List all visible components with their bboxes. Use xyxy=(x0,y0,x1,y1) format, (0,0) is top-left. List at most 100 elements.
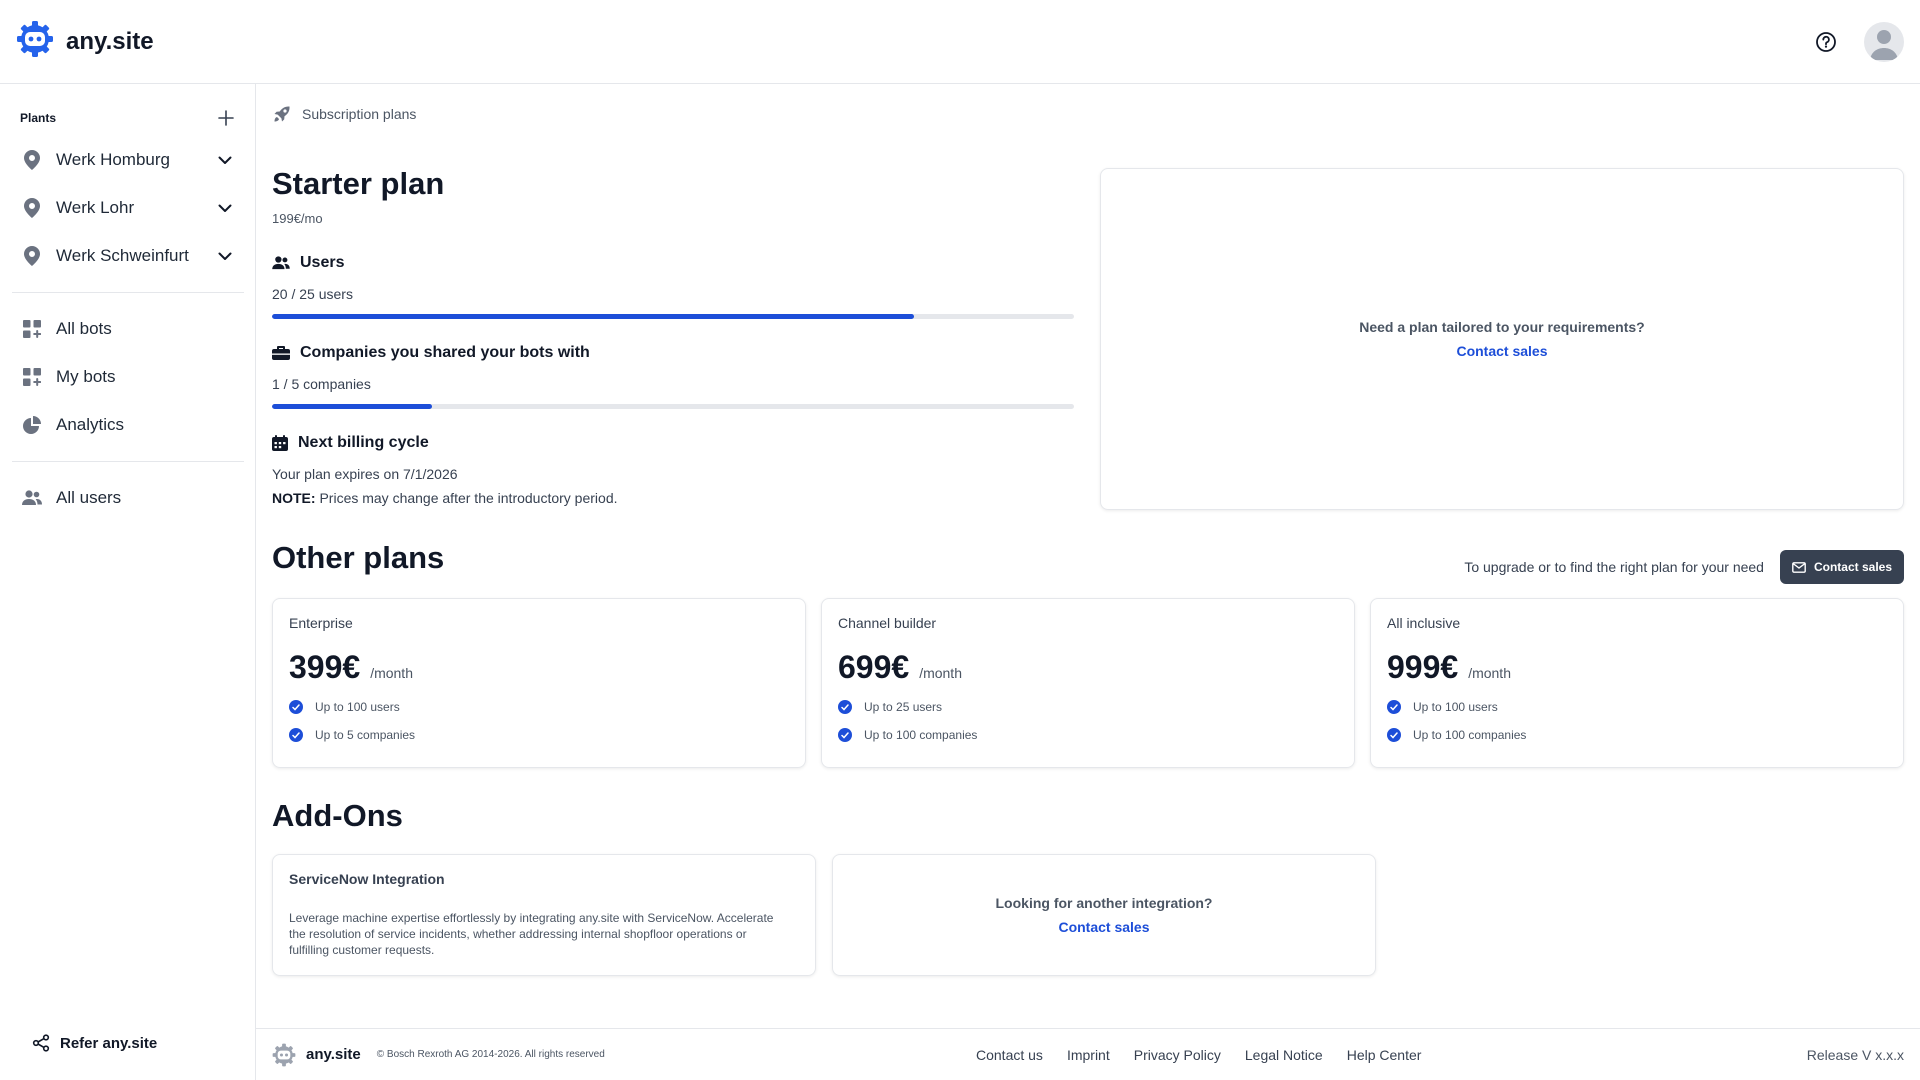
plants-title: Plants xyxy=(20,111,57,125)
users-section-title: Users xyxy=(300,254,345,271)
sidebar-divider xyxy=(12,461,244,462)
plant-label: Werk Schweinfurt xyxy=(56,246,189,265)
user-avatar[interactable] xyxy=(1864,21,1904,62)
plan-feature-label: Up to 5 companies xyxy=(315,728,416,742)
pricing-note-label: NOTE: xyxy=(272,490,316,506)
nav-label: All users xyxy=(56,488,122,507)
top-bar: any.site xyxy=(0,0,1920,84)
companies-count: 1 / 5 companies xyxy=(272,376,371,392)
plan-expiry: Your plan expires on 7/1/2026 xyxy=(272,466,458,482)
plan-price: 399€ xyxy=(289,649,361,685)
addon-card-servicenow[interactable]: ServiceNow Integration Leverage machine … xyxy=(272,854,816,976)
plan-feature-label: Up to 100 users xyxy=(315,700,400,714)
plan-feature-label: Up to 100 users xyxy=(1413,700,1498,714)
current-plan-price: 199€/mo xyxy=(272,211,323,226)
map-pin-icon xyxy=(22,246,42,266)
other-plans-title: Other plans xyxy=(272,540,445,575)
sidebar-plant-werk-schweinfurt[interactable]: Werk Schweinfurt xyxy=(12,236,244,276)
release-version: Release V x.x.x xyxy=(1806,1046,1904,1063)
footer-brand-name: any.site xyxy=(306,1046,361,1063)
contact-sales-button[interactable]: Contact sales xyxy=(1779,550,1904,584)
chevron-down-icon[interactable] xyxy=(216,151,234,169)
companies-section-title: Companies you shared your bots with xyxy=(300,344,590,361)
current-plan-title: Starter plan xyxy=(272,166,445,201)
footer-link-help-center[interactable]: Help Center xyxy=(1347,1047,1422,1063)
brand-name: any.site xyxy=(66,27,154,55)
users-icon xyxy=(22,488,42,508)
brand[interactable]: any.site xyxy=(16,20,154,63)
sidebar-item-all-bots[interactable]: All bots xyxy=(12,309,244,349)
main-content: Subscription plans Starter plan 199€/mo … xyxy=(256,84,1920,1080)
plan-card-enterprise[interactable]: Enterprise 399€ /month Up to 100 users Up… xyxy=(272,598,806,768)
question-circle-icon xyxy=(1816,31,1836,52)
plan-price: 999€ xyxy=(1387,649,1459,685)
other-integration-question: Looking for another integration? xyxy=(995,895,1213,911)
plan-name: Enterprise xyxy=(289,615,353,631)
plan-card-channel-builder[interactable]: Channel builder 699€ /month Up to 25 user… xyxy=(821,598,1355,768)
footer-link-privacy-policy[interactable]: Privacy Policy xyxy=(1134,1047,1221,1063)
breadcrumb: Subscription plans xyxy=(272,104,416,124)
plan-feature-label: Up to 100 companies xyxy=(864,728,978,742)
footer-link-imprint[interactable]: Imprint xyxy=(1067,1047,1110,1063)
footer-link-contact-us[interactable]: Contact us xyxy=(976,1047,1043,1063)
grid-plus-icon xyxy=(22,319,42,339)
refer-button[interactable]: Refer any.site xyxy=(32,1034,157,1052)
plant-label: Werk Lohr xyxy=(56,198,135,217)
plan-name: Channel builder xyxy=(838,615,937,631)
pricing-note-text: Prices may change after the introductory… xyxy=(315,490,618,506)
chevron-down-icon[interactable] xyxy=(216,199,234,217)
breadcrumb-label: Subscription plans xyxy=(302,106,417,122)
tailored-plan-question: Need a plan tailored to your requirement… xyxy=(1359,319,1645,335)
sidebar-item-my-bots[interactable]: My bots xyxy=(12,357,244,397)
tailored-contact-sales-link[interactable]: Contact sales xyxy=(1456,343,1547,359)
sidebar-divider xyxy=(12,292,244,293)
sidebar-item-all-users[interactable]: All users xyxy=(12,478,244,518)
chevron-down-icon[interactable] xyxy=(216,247,234,265)
check-circle-icon xyxy=(838,728,852,742)
plan-feature: Up to 100 companies xyxy=(1387,728,1887,742)
footer-brand: any.site xyxy=(272,1043,361,1067)
addons-title: Add-Ons xyxy=(272,798,403,833)
mail-icon xyxy=(1792,561,1806,573)
check-circle-icon xyxy=(1387,700,1401,714)
addon-description: Leverage machine expertise effortlessly … xyxy=(289,911,774,957)
plan-feature-label: Up to 100 companies xyxy=(1413,728,1527,742)
user-avatar-icon xyxy=(1870,29,1898,60)
plus-icon xyxy=(218,110,234,126)
users-progress-bar xyxy=(272,314,1074,319)
footer-copyright: © Bosch Rexroth AG 2014-2026. All rights… xyxy=(376,1049,605,1060)
contact-sales-button-label: Contact sales xyxy=(1813,560,1892,574)
users-progress-fill xyxy=(272,314,914,319)
addon-card-other-integration: Looking for another integration? Contact… xyxy=(832,854,1376,976)
pie-chart-icon xyxy=(22,415,42,435)
billing-section-title: Next billing cycle xyxy=(298,434,429,451)
bot-logo-icon xyxy=(16,20,54,63)
footer: any.site © Bosch Rexroth AG 2014-2026. A… xyxy=(256,1028,1920,1080)
sidebar-plant-werk-lohr[interactable]: Werk Lohr xyxy=(12,188,244,228)
users-section-header: Users xyxy=(272,254,344,272)
pricing-note: NOTE: Prices may change after the introd… xyxy=(272,490,618,506)
add-plant-button[interactable] xyxy=(216,108,236,128)
footer-link-legal-notice[interactable]: Legal Notice xyxy=(1245,1047,1323,1063)
sidebar-item-analytics[interactable]: Analytics xyxy=(12,405,244,445)
upgrade-bar: To upgrade or to find the right plan for… xyxy=(1464,550,1904,584)
tailored-plan-card: Need a plan tailored to your requirement… xyxy=(1100,168,1904,510)
plan-name: All inclusive xyxy=(1387,615,1461,631)
plan-feature: Up to 25 users xyxy=(838,700,1338,714)
nav-label: My bots xyxy=(56,367,116,386)
users-count: 20 / 25 users xyxy=(272,286,353,302)
plan-card-all-inclusive[interactable]: All inclusive 999€ /month Up to 100 users… xyxy=(1370,598,1904,768)
footer-links: Contact us Imprint Privacy Policy Legal … xyxy=(976,1029,1421,1080)
other-integration-contact-sales-link[interactable]: Contact sales xyxy=(1058,919,1149,935)
plan-feature: Up to 5 companies xyxy=(289,728,789,742)
plan-feature-label: Up to 25 users xyxy=(864,700,943,714)
sidebar-plant-werk-homburg[interactable]: Werk Homburg xyxy=(12,140,244,180)
plant-label: Werk Homburg xyxy=(56,150,170,169)
companies-progress-bar xyxy=(272,404,1074,409)
plan-feature: Up to 100 companies xyxy=(838,728,1338,742)
billing-section-header: Next billing cycle xyxy=(272,434,429,452)
plan-price: 699€ xyxy=(838,649,910,685)
grid-plus-icon xyxy=(22,367,42,387)
help-button[interactable] xyxy=(1814,30,1838,54)
page: any.site Plants Werk Homburg Werk Lohr W… xyxy=(0,0,1920,1080)
